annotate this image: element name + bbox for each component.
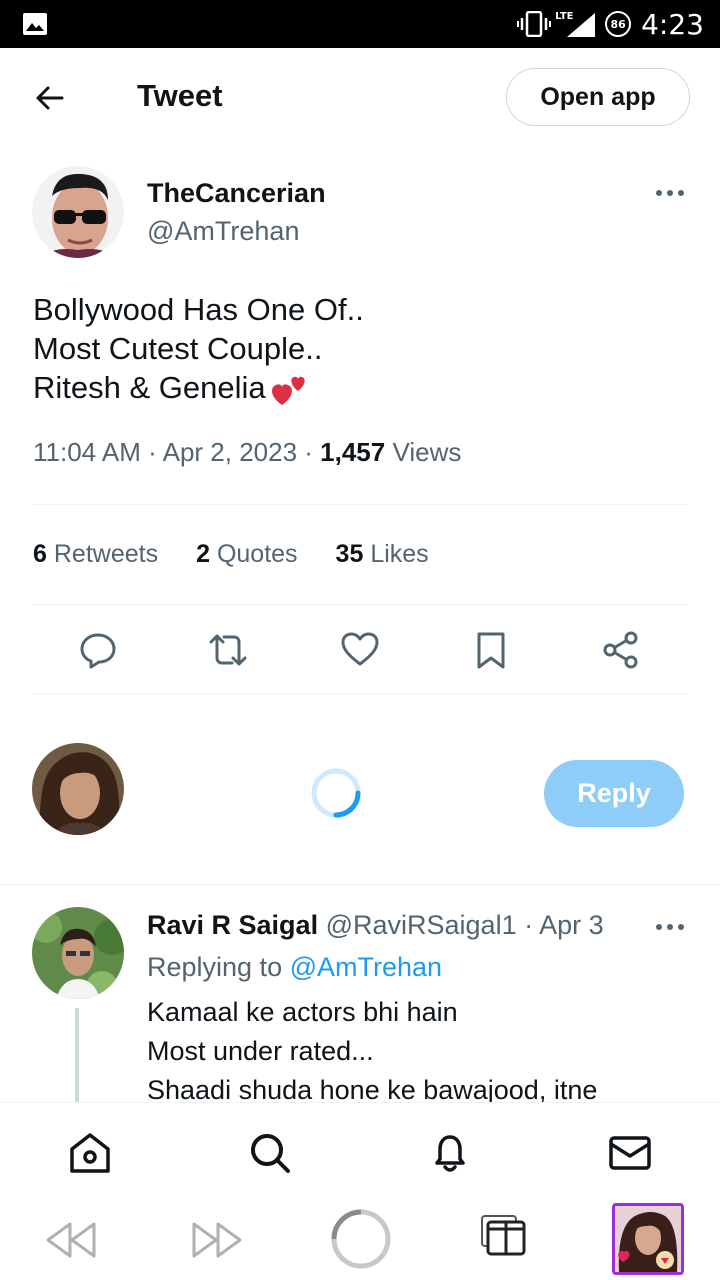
open-app-button[interactable]: Open app: [506, 68, 690, 126]
retweet-icon[interactable]: [208, 630, 248, 670]
divider: [32, 504, 688, 505]
fast-forward-icon[interactable]: [190, 1220, 244, 1260]
author-handle[interactable]: @AmTrehan: [147, 216, 299, 247]
reply-date[interactable]: Apr 3: [539, 910, 604, 940]
views-label: Views: [392, 437, 462, 467]
tweet-text: Bollywood Has One Of.. Most Cutest Coupl…: [33, 290, 364, 409]
reply-author-avatar[interactable]: [32, 907, 124, 999]
quotes-label: Quotes: [216, 540, 298, 568]
tweet-actions: [0, 630, 720, 670]
retweets-count: 6: [33, 540, 47, 568]
more-options-icon[interactable]: [654, 920, 686, 934]
reply-text: Kamaal ke actors bhi hain Most under rat…: [147, 993, 597, 1110]
tweet-time[interactable]: 11:04 AM: [33, 437, 141, 467]
likes-count: 35: [335, 540, 364, 568]
likes-stat[interactable]: 35 Likes: [336, 540, 429, 569]
bottom-navigation: [0, 1102, 720, 1200]
two-hearts-icon: [271, 376, 305, 405]
divider: [32, 693, 688, 694]
reply-button[interactable]: Reply: [544, 760, 684, 827]
tweet-meta: 11:04 AM · Apr 2, 2023 · 1,457 Views: [33, 437, 462, 467]
tweet-stats: 6 Retweets 2 Quotes 35 Likes: [33, 540, 429, 569]
loading-spinner-icon: [311, 768, 361, 818]
home-icon[interactable]: [68, 1131, 112, 1175]
reply-text-line: Kamaal ke actors bhi hain: [147, 997, 458, 1027]
thread-line: [75, 1008, 79, 1103]
browser-toolbar: [0, 1200, 720, 1280]
signal-icon: LTE: [555, 9, 596, 39]
profile-thumbnail[interactable]: [612, 1203, 684, 1275]
quotes-stat[interactable]: 2 Quotes: [196, 540, 297, 569]
tweet-date[interactable]: Apr 2, 2023: [163, 437, 297, 467]
tweet-text-line: Bollywood Has One Of..: [33, 292, 364, 327]
rewind-back-icon[interactable]: [44, 1220, 98, 1260]
clock: 4:23: [641, 7, 704, 41]
status-bar: LTE 86 4:23: [0, 0, 720, 48]
more-options-icon[interactable]: [654, 186, 686, 200]
tweet-text-line: Most Cutest Couple..: [33, 331, 323, 366]
search-icon[interactable]: [248, 1131, 292, 1175]
views-count: 1,457: [320, 437, 386, 467]
tweet-text-line: Ritesh & Genelia: [33, 370, 266, 405]
retweets-label: Retweets: [53, 540, 159, 568]
bookmark-icon[interactable]: [471, 630, 511, 670]
reply-header: Ravi R Saigal @RaviRSaigal1 · Apr 3: [147, 910, 604, 940]
image-icon: [23, 13, 47, 35]
author-display-name[interactable]: TheCancerian: [147, 178, 326, 209]
like-heart-icon[interactable]: [340, 630, 380, 670]
reply-display-name[interactable]: Ravi R Saigal: [147, 910, 318, 940]
likes-label: Likes: [370, 540, 429, 568]
retweets-stat[interactable]: 6 Retweets: [33, 540, 158, 569]
tabs-icon[interactable]: [478, 1212, 528, 1260]
divider: [32, 604, 688, 605]
reply-handle[interactable]: @RaviRSaigal1: [326, 910, 517, 940]
top-bar: Tweet Open app: [0, 48, 720, 146]
quotes-count: 2: [196, 540, 210, 568]
battery-icon: 86: [605, 11, 632, 37]
replying-mention-link[interactable]: @AmTrehan: [290, 952, 442, 982]
reply-icon[interactable]: [78, 630, 118, 670]
section-divider: [0, 884, 720, 885]
messages-mail-icon[interactable]: [608, 1131, 652, 1175]
back-arrow-icon[interactable]: [32, 80, 68, 116]
replying-to: Replying to @AmTrehan: [147, 952, 442, 983]
reply-text-line: Most under rated...: [147, 1036, 374, 1066]
vibrate-icon: [517, 11, 552, 37]
author-avatar[interactable]: [32, 166, 124, 258]
reload-circle-icon[interactable]: [330, 1208, 392, 1270]
replying-prefix: Replying to: [147, 952, 283, 982]
page-title: Tweet: [137, 78, 223, 113]
notifications-bell-icon[interactable]: [428, 1131, 472, 1175]
share-icon[interactable]: [601, 630, 641, 670]
battery-level: 86: [610, 17, 626, 31]
user-avatar[interactable]: [32, 743, 124, 835]
